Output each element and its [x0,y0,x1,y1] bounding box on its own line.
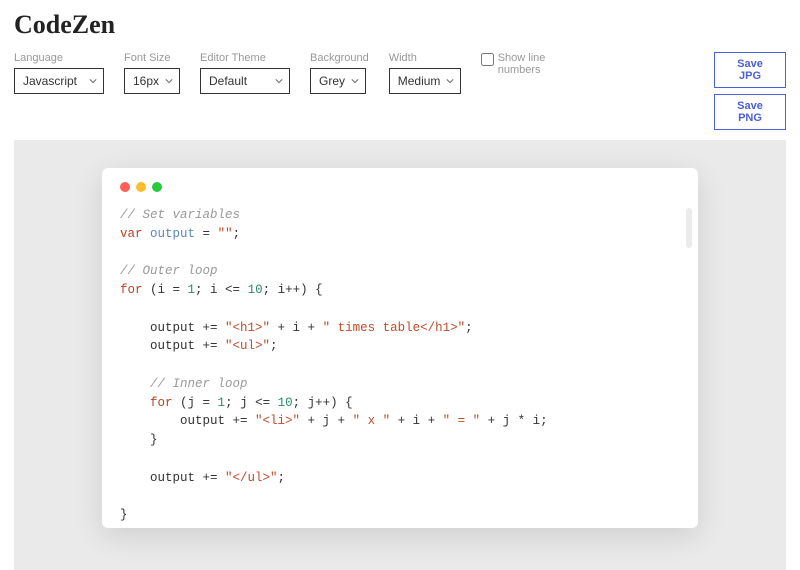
line-numbers-checkbox[interactable] [481,53,494,66]
code-window: // Set variables var output = ""; // Out… [102,168,698,528]
chevron-down-icon [165,77,173,85]
save-png-button[interactable]: Save PNG [714,94,786,130]
theme-value: Default [209,74,247,88]
fontsize-value: 16px [133,74,159,88]
width-select[interactable]: Medium [389,68,461,94]
window-traffic-lights [120,182,680,192]
chevron-down-icon [89,77,97,85]
background-value: Grey [319,74,345,88]
canvas-area: // Set variables var output = ""; // Out… [14,140,786,570]
fontsize-select[interactable]: 16px [124,68,180,94]
fontsize-label: Font Size [124,52,180,64]
language-select[interactable]: Javascript [14,68,104,94]
save-jpg-button[interactable]: Save JPG [714,52,786,88]
theme-label: Editor Theme [200,52,290,64]
background-label: Background [310,52,369,64]
chevron-down-icon [446,77,454,85]
background-select[interactable]: Grey [310,68,366,94]
chevron-down-icon [351,77,359,85]
minimize-dot-icon [136,182,146,192]
scrollbar[interactable] [686,208,692,248]
toolbar: Language Javascript Font Size 16px Edito… [0,46,800,140]
language-label: Language [14,52,104,64]
language-value: Javascript [23,74,77,88]
code-editor[interactable]: // Set variables var output = ""; // Out… [120,206,680,528]
close-dot-icon [120,182,130,192]
app-title: CodeZen [14,10,786,40]
line-numbers-label: Show line numbers [498,52,561,76]
chevron-down-icon [275,77,283,85]
width-label: Width [389,52,461,64]
theme-select[interactable]: Default [200,68,290,94]
maximize-dot-icon [152,182,162,192]
width-value: Medium [398,74,441,88]
